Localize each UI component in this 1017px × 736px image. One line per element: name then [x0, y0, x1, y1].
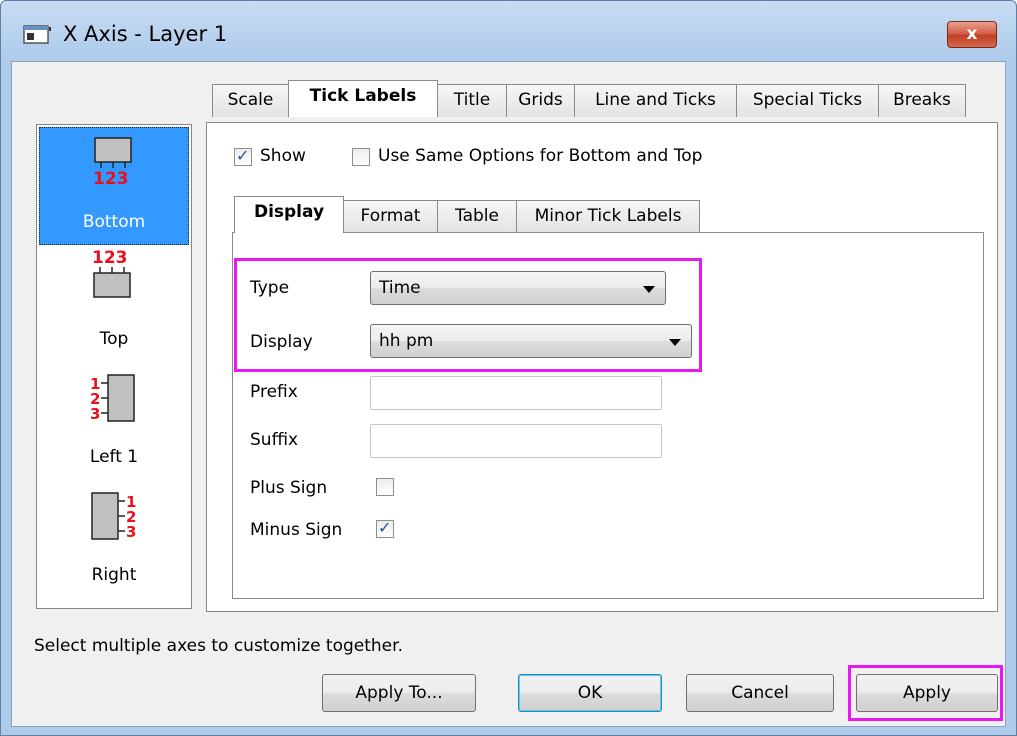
axis-label-bottom: Bottom	[82, 212, 146, 232]
subtab-format[interactable]: Format	[343, 200, 438, 233]
cancel-button[interactable]: Cancel	[686, 674, 834, 712]
subtab-display[interactable]: Display	[234, 196, 344, 233]
plus-sign-label: Plus Sign	[250, 478, 328, 498]
show-checkbox[interactable]: ✓	[234, 146, 252, 166]
close-button[interactable]: x	[947, 21, 997, 48]
axis-item-bottom[interactable]: 123 Bottom	[39, 127, 189, 245]
axis-list[interactable]: 123 Bottom 123 Top 1 2 3 Left 1 1 2 3 Ri…	[36, 124, 192, 609]
suffix-input[interactable]	[370, 424, 662, 458]
tab-breaks[interactable]: Breaks	[878, 84, 966, 117]
status-text: Select multiple axes to customize togeth…	[34, 636, 403, 656]
subtab-table[interactable]: Table	[437, 200, 517, 233]
prefix-label: Prefix	[250, 382, 298, 402]
tab-tick-labels[interactable]: Tick Labels	[288, 80, 438, 117]
dialog-window: X Axis - Layer 1 x 123 Bottom 123 Top 1 …	[0, 0, 1017, 736]
tab-title[interactable]: Title	[437, 84, 507, 117]
same-options-label: Use Same Options for Bottom and Top	[378, 146, 703, 166]
axis-label-left: Left 1	[89, 447, 139, 467]
checkmark-icon: ✓	[378, 518, 392, 537]
minus-sign-label: Minus Sign	[250, 520, 343, 540]
tab-line-and-ticks[interactable]: Line and Ticks	[574, 84, 737, 117]
title-bar[interactable]: X Axis - Layer 1 x	[1, 1, 1016, 61]
left-axis-icon: 1 2 3	[90, 374, 135, 423]
axis-item-top[interactable]: 123 Top	[39, 245, 189, 363]
same-options-checkbox[interactable]	[352, 148, 370, 166]
app-window-icon	[23, 25, 51, 44]
tab-grids[interactable]: Grids	[506, 84, 575, 117]
prefix-input[interactable]	[370, 376, 662, 410]
tab-scale[interactable]: Scale	[212, 84, 289, 117]
axis-label-top: Top	[99, 329, 129, 349]
apply-highlight	[848, 665, 1003, 721]
svg-text:3: 3	[126, 523, 136, 541]
plus-sign-checkbox[interactable]	[376, 478, 394, 496]
svg-text:123: 123	[93, 169, 129, 189]
minus-sign-checkbox[interactable]: ✓	[376, 518, 394, 538]
axis-item-right[interactable]: 1 2 3 Right	[39, 481, 189, 599]
axis-label-right: Right	[91, 565, 137, 585]
suffix-label: Suffix	[250, 430, 299, 450]
bottom-axis-icon: 123	[93, 137, 132, 189]
right-axis-icon: 1 2 3	[91, 492, 136, 541]
ok-button[interactable]: OK	[518, 674, 662, 712]
subtab-minor-tick-labels[interactable]: Minor Tick Labels	[516, 200, 700, 233]
tab-special-ticks[interactable]: Special Ticks	[736, 84, 879, 117]
checkmark-icon: ✓	[236, 146, 250, 165]
dialog-body: 123 Bottom 123 Top 1 2 3 Left 1 1 2 3 Ri…	[11, 61, 1006, 727]
svg-text:123: 123	[92, 248, 128, 268]
top-axis-icon: 123	[92, 248, 131, 298]
axis-item-left[interactable]: 1 2 3 Left 1	[39, 363, 189, 481]
window-title: X Axis - Layer 1	[63, 22, 228, 46]
show-label: Show	[260, 146, 306, 166]
svg-text:3: 3	[90, 405, 100, 423]
type-display-highlight	[234, 258, 702, 372]
apply-to-button[interactable]: Apply To...	[322, 674, 476, 712]
